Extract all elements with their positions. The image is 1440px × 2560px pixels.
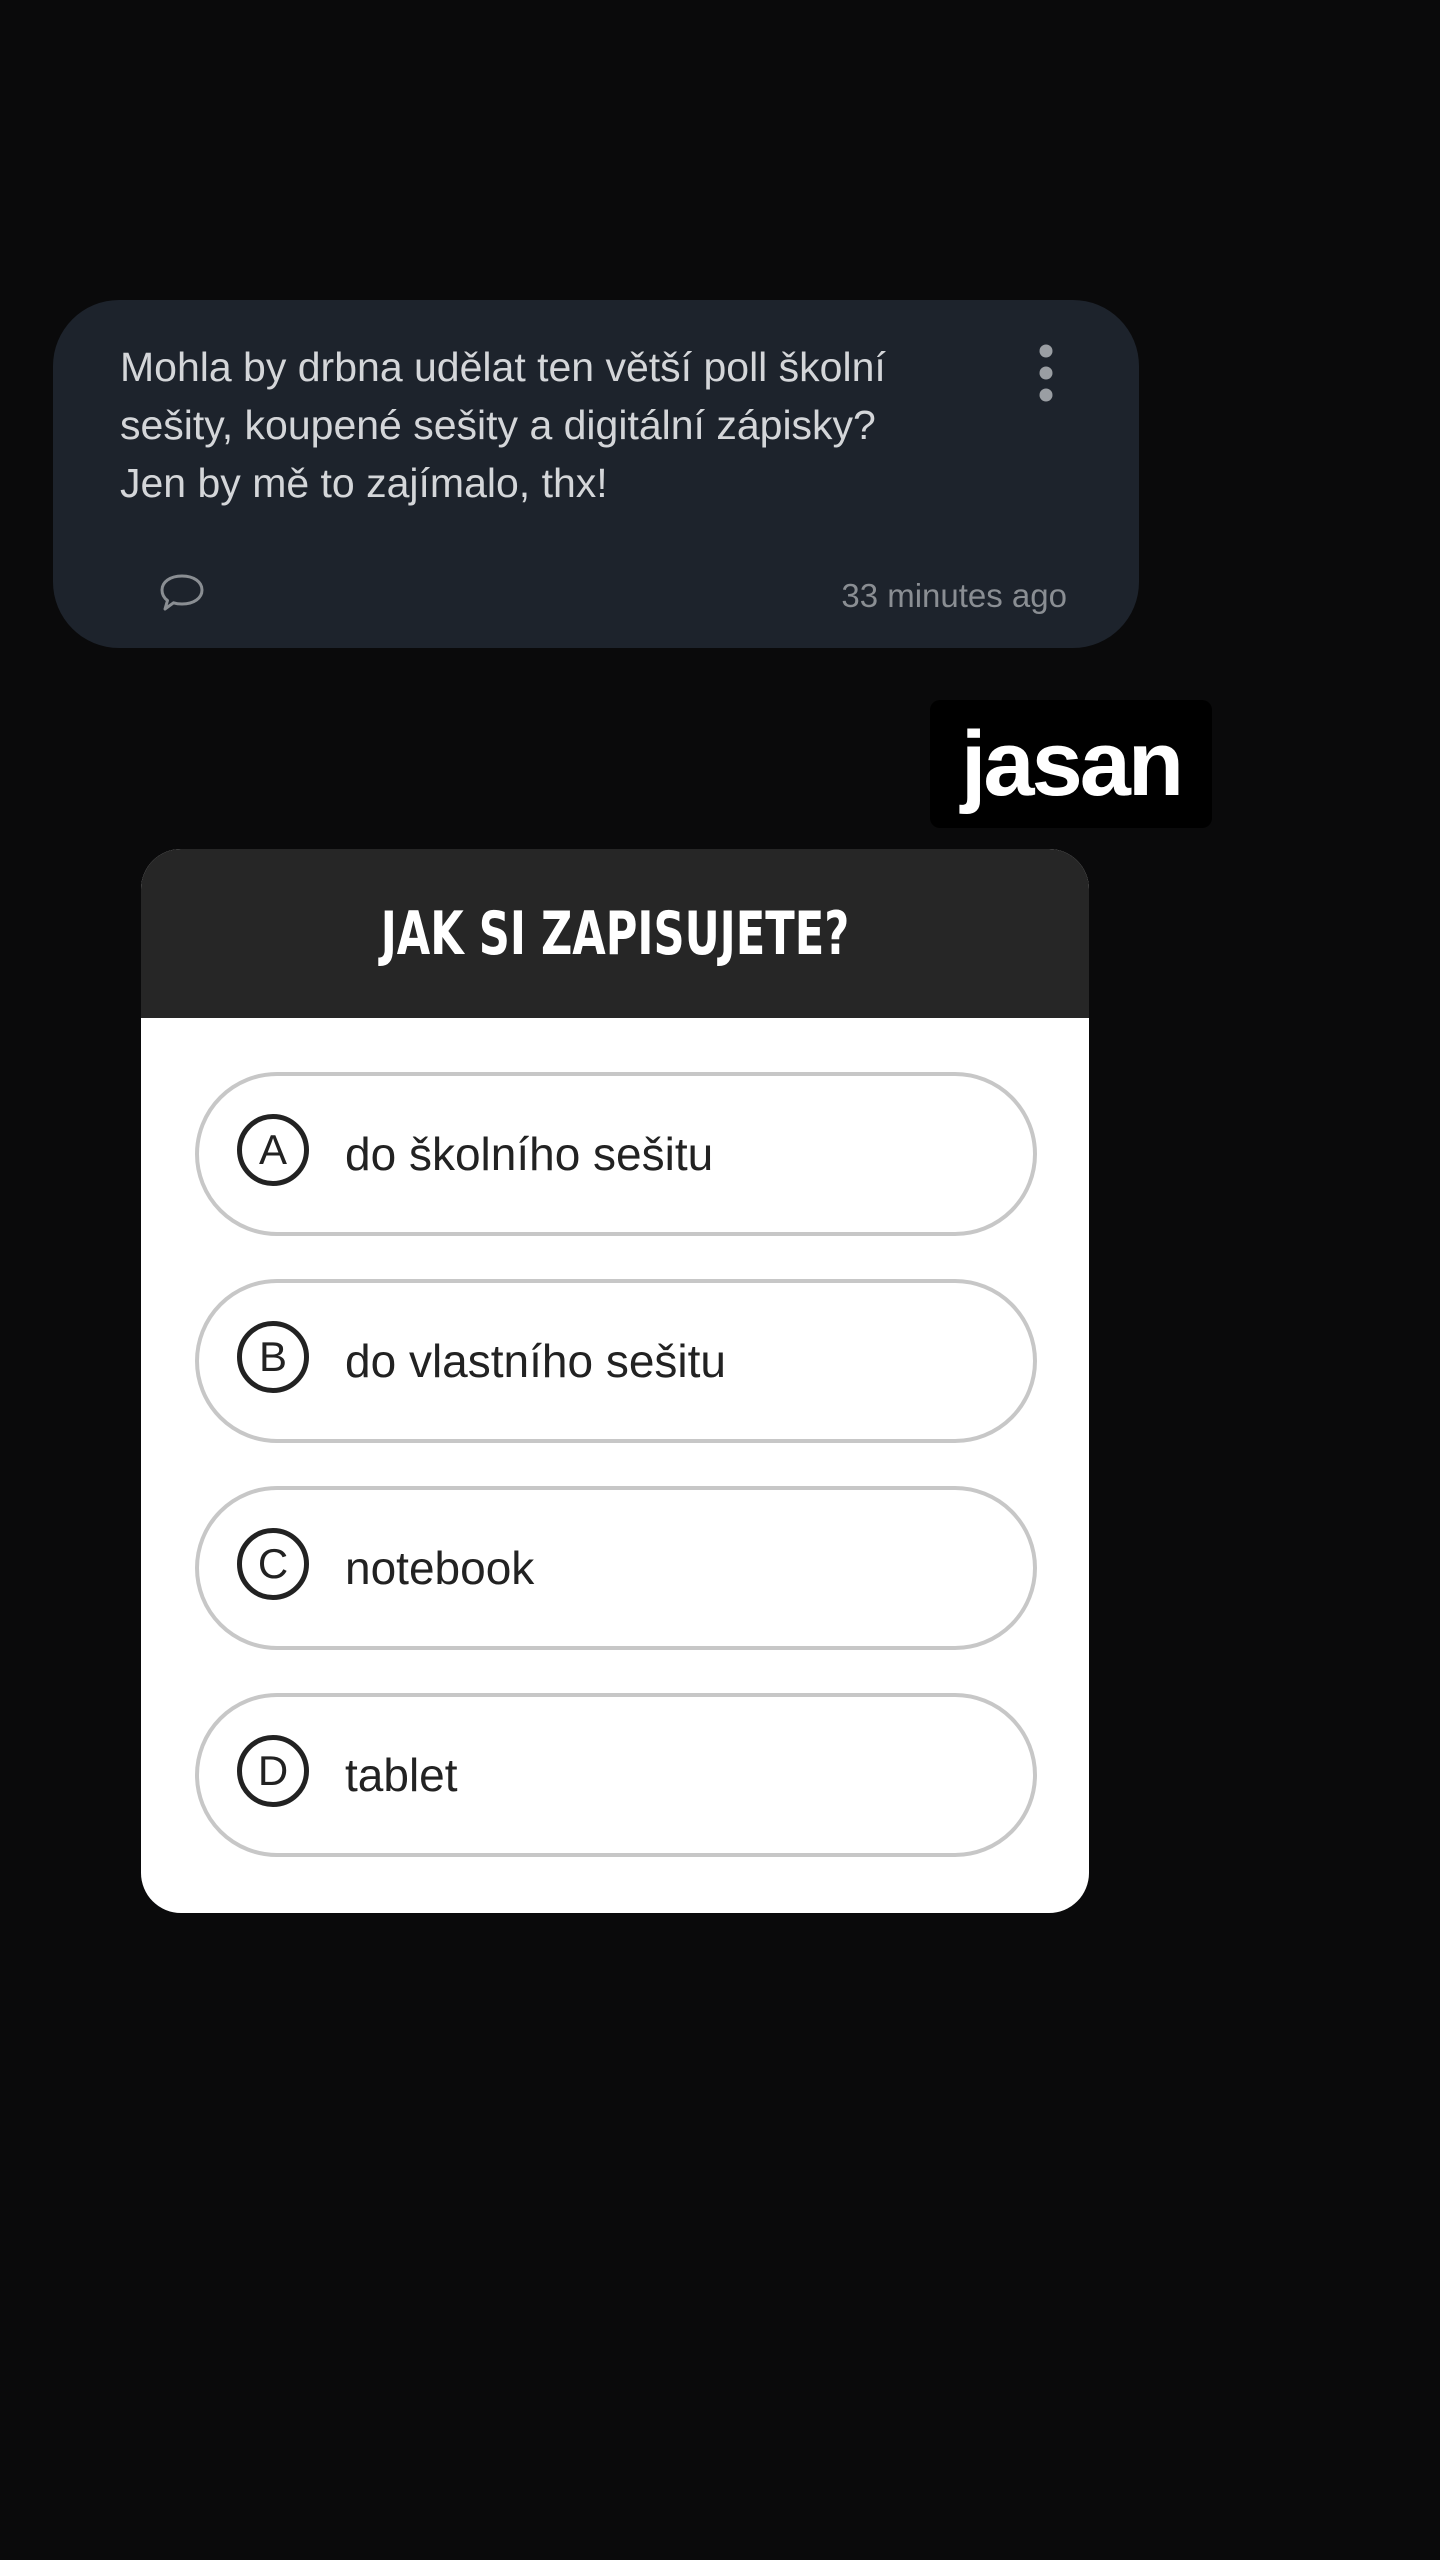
poll-option-b[interactable]: B do vlastního sešitu [195, 1279, 1037, 1443]
option-label: notebook [345, 1542, 535, 1594]
reply-text-sticker: jasan [930, 700, 1212, 828]
comment-bubble-icon [160, 574, 204, 611]
option-letter-badge: B [237, 1321, 309, 1393]
option-letter-badge: C [237, 1528, 309, 1600]
question-line: Mohla by drbna udělat ten větší poll ško… [120, 344, 886, 390]
option-label: do vlastního sešitu [345, 1335, 727, 1387]
reply-text: jasan [960, 713, 1184, 815]
question-line: Jen by mě to zajímalo, thx! [120, 460, 608, 506]
timestamp: 33 minutes ago [841, 577, 1067, 614]
more-vertical-icon [1039, 344, 1053, 402]
question-text: Mohla by drbna udělat ten větší poll ško… [120, 338, 980, 512]
comment-button[interactable] [158, 572, 206, 614]
poll-title: JAK SI ZAPISUJETE? [380, 899, 850, 969]
poll-option-d[interactable]: D tablet [195, 1693, 1037, 1857]
option-label: tablet [345, 1749, 458, 1801]
question-bubble: Mohla by drbna udělat ten větší poll ško… [53, 300, 1139, 648]
more-options-button[interactable] [1021, 340, 1071, 410]
poll-option-a[interactable]: A do školního sešitu [195, 1072, 1037, 1236]
poll-header: JAK SI ZAPISUJETE? [141, 849, 1089, 1018]
option-letter-badge: D [237, 1735, 309, 1807]
question-line: sešity, koupené sešity a digitální zápis… [120, 402, 876, 448]
option-letter-badge: A [237, 1114, 309, 1186]
poll-option-c[interactable]: C notebook [195, 1486, 1037, 1650]
option-label: do školního sešitu [345, 1128, 714, 1180]
quiz-poll-card: JAK SI ZAPISUJETE? A do školního sešitu … [141, 849, 1089, 1913]
